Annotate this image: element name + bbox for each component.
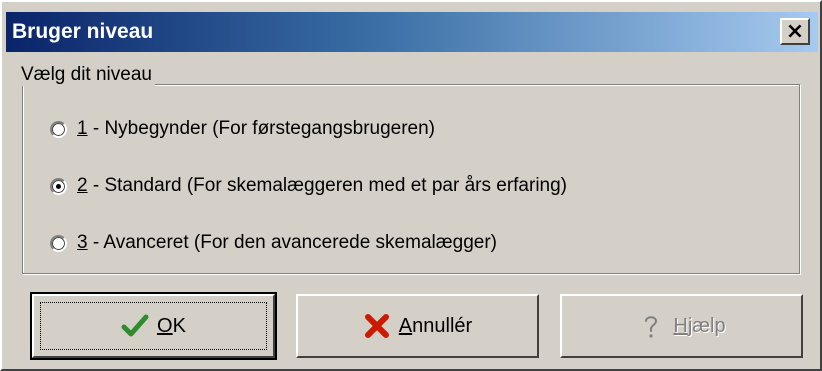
help-accel: H (673, 314, 688, 337)
radio-accel-2: 2 (77, 175, 88, 196)
radio-option-3[interactable]: 3 - Avanceret (For den avancerede skemal… (50, 232, 497, 254)
radio-option-2[interactable]: 2 - Standard (For skemalæggeren med et p… (50, 175, 567, 197)
question-icon (645, 316, 658, 338)
radio-text-2: - Standard (For skemalæggeren med et par… (87, 175, 568, 196)
group-label: Vælg dit niveau (18, 64, 155, 86)
close-button[interactable]: × (780, 18, 810, 45)
radio-label-2: 2 - Standard (For skemalæggeren med et p… (77, 175, 567, 197)
help-button[interactable]: Hjælp (560, 294, 803, 358)
cancel-label: Annullér (399, 315, 472, 338)
radio-accel-3: 3 (77, 232, 88, 253)
cancel-button[interactable]: Annullér (296, 294, 539, 358)
cancel-accel: A (398, 314, 413, 337)
help-rest: jælp (687, 314, 726, 337)
radio-accel-1: 1 (77, 118, 88, 139)
radio-label-1: 1 - Nybegynder (For førstegangsbrugeren) (77, 118, 435, 140)
radio-button-3[interactable] (50, 234, 67, 252)
x-icon (364, 314, 389, 338)
cancel-rest: nnullér (412, 314, 473, 337)
ok-button[interactable]: OK (30, 292, 277, 360)
radio-label-3: 3 - Avanceret (For den avancerede skemal… (77, 232, 497, 254)
user-level-dialog: Bruger niveau × Vælg dit niveau 1 - Nybe… (0, 0, 822, 371)
radio-option-1[interactable]: 1 - Nybegynder (For førstegangsbrugeren) (50, 118, 435, 140)
radio-text-1: - Nybegynder (For førstegangsbrugeren) (87, 118, 436, 139)
radio-button-2[interactable] (50, 177, 67, 195)
close-icon: × (785, 18, 805, 44)
radio-text-3: - Avanceret (For den avancerede skemalæg… (87, 232, 497, 253)
help-label: Hjælp (673, 315, 725, 338)
title-bar[interactable]: Bruger niveau × (6, 12, 818, 52)
radio-button-1[interactable] (50, 120, 67, 138)
focus-ring (40, 302, 267, 350)
window-title: Bruger niveau (12, 20, 154, 43)
